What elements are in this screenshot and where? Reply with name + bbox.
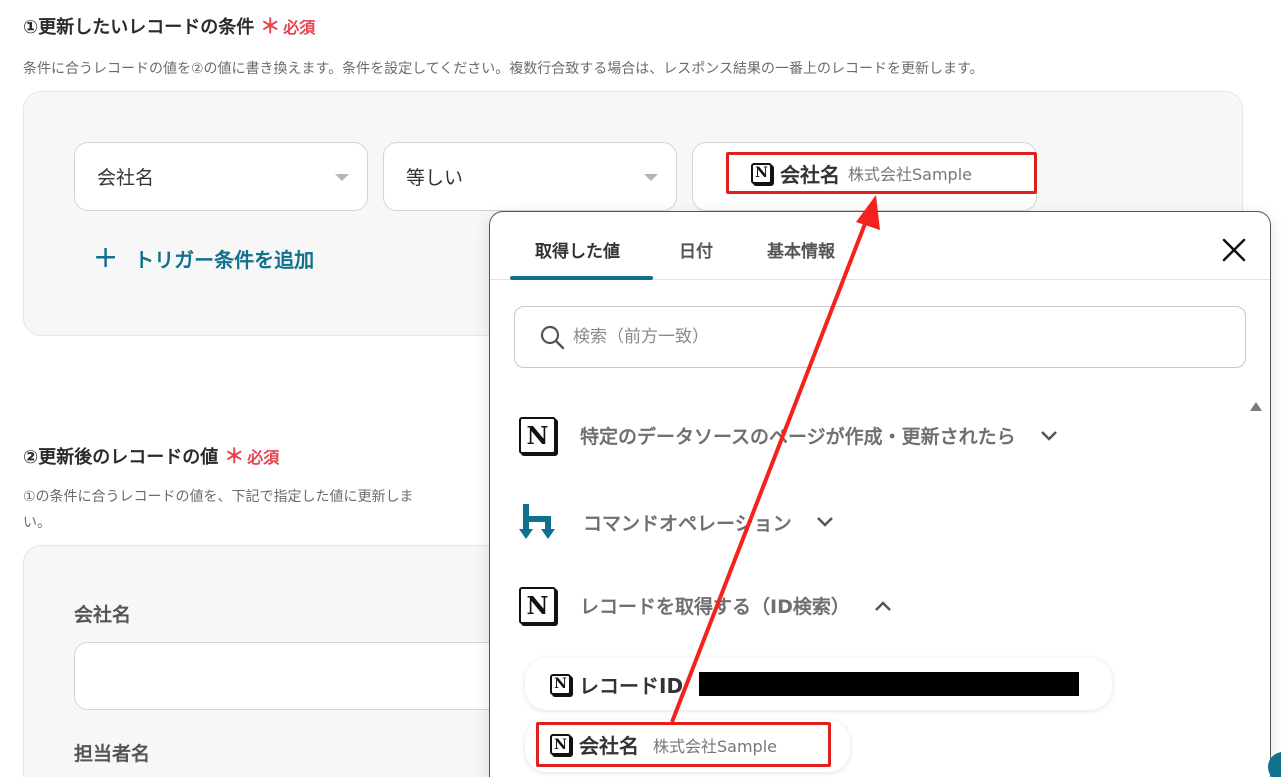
chevron-up-icon bbox=[874, 600, 891, 611]
condition-value-chip[interactable]: N 会社名 株式会社Sample bbox=[726, 152, 1037, 194]
required-label: 必須 bbox=[247, 448, 280, 467]
section1-title: ①更新したいレコードの条件 ＊ 必須 bbox=[23, 10, 315, 39]
search-icon bbox=[540, 325, 565, 350]
tab-acquired-values[interactable]: 取得した値 bbox=[535, 237, 620, 262]
chevron-down-icon bbox=[644, 174, 658, 181]
scroll-up-icon[interactable] bbox=[1250, 402, 1262, 411]
value-chip-record-id[interactable]: N レコードID bbox=[525, 658, 1112, 710]
chevron-down-icon bbox=[816, 517, 833, 527]
field-select[interactable]: 会社名 bbox=[74, 142, 368, 211]
active-tab-indicator bbox=[510, 276, 653, 280]
group-get-record[interactable]: N レコードを取得する（ID検索） bbox=[519, 587, 892, 624]
redacted-value bbox=[699, 672, 1080, 696]
group-command-operation[interactable]: コマンドオペレーション bbox=[519, 502, 834, 542]
search-input[interactable] bbox=[573, 327, 1173, 347]
notion-icon: N bbox=[550, 673, 571, 695]
field-label-company: 会社名 bbox=[74, 604, 132, 626]
value-chip-company-name[interactable]: N 会社名 株式会社Sample bbox=[536, 722, 831, 767]
required-label: 必須 bbox=[283, 18, 316, 37]
notion-icon: N bbox=[519, 417, 556, 454]
required-asterisk: ＊ bbox=[260, 14, 281, 38]
field-label-contact: 担当者名 bbox=[74, 743, 151, 765]
operator-select[interactable]: 等しい bbox=[383, 142, 677, 211]
notion-icon: N bbox=[550, 734, 571, 755]
tab-date[interactable]: 日付 bbox=[679, 237, 713, 262]
section1-description: 条件に合うレコードの値を②の値に書き換えます。条件を設定してください。複数行合致… bbox=[23, 61, 984, 77]
chevron-down-icon bbox=[1040, 430, 1057, 441]
chevron-down-icon bbox=[335, 174, 349, 181]
variable-picker-popup: 取得した値 日付 基本情報 N 特定のデータソースのページが作成・更新されたら … bbox=[489, 211, 1271, 777]
close-icon[interactable] bbox=[1221, 237, 1247, 263]
section2-description-line2: い。 bbox=[23, 515, 51, 531]
tab-basic-info[interactable]: 基本情報 bbox=[767, 237, 835, 262]
notion-icon: N bbox=[519, 587, 556, 624]
add-trigger-condition-button[interactable]: + トリガー条件を追加 bbox=[93, 243, 314, 273]
plus-icon: + bbox=[93, 240, 119, 275]
search-field[interactable] bbox=[514, 306, 1246, 368]
group-trigger-notion[interactable]: N 特定のデータソースのページが作成・更新されたら bbox=[519, 417, 1058, 454]
notion-icon: N bbox=[751, 162, 772, 184]
section2-title: ②更新後のレコードの値 ＊ 必須 bbox=[23, 440, 279, 469]
section2-description-line1: ①の条件に合うレコードの値を、下記で指定した値に更新しま bbox=[23, 489, 414, 505]
required-asterisk: ＊ bbox=[224, 444, 245, 468]
yoom-command-icon bbox=[519, 504, 555, 539]
